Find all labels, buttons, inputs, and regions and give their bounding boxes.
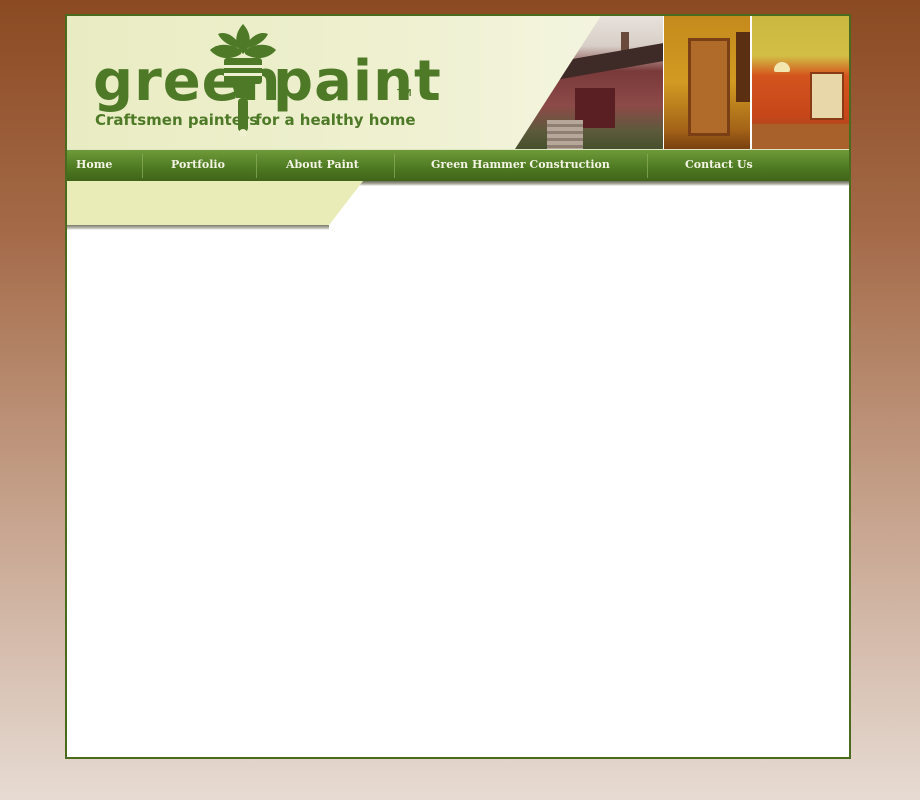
nav-item-about-paint[interactable]: About Paint (286, 150, 359, 182)
nav-item-green-hammer-construction[interactable]: Green Hammer Construction (431, 150, 610, 182)
tagline-part-1: Craftsmen painters (95, 111, 259, 129)
nav-item-portfolio[interactable]: Portfolio (171, 150, 225, 182)
interior-doorway-photo (664, 16, 750, 149)
header-ribbon-tab (67, 181, 363, 227)
interior-room-photo (752, 16, 849, 149)
nav-item-contact-us[interactable]: Contact Us (685, 150, 753, 182)
content-area (67, 236, 849, 757)
logo-word-paint: paint (273, 49, 442, 114)
tagline-part-2: for a healthy home (255, 111, 416, 129)
main-nav: Home Portfolio About Paint Green Hammer … (67, 149, 849, 182)
trademark-mark: TM (397, 88, 412, 99)
house-exterior-photo (515, 16, 663, 149)
page-frame: green paint TM Craftsmen painters for a … (65, 14, 851, 759)
header-banner: green paint TM Craftsmen painters for a … (67, 16, 849, 149)
nav-item-home[interactable]: Home (76, 150, 112, 182)
ribbon-shadow (67, 225, 329, 230)
